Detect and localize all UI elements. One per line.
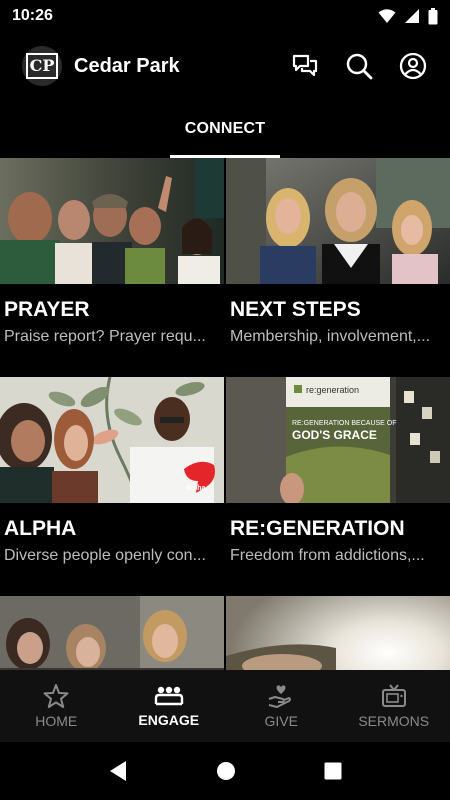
search-button[interactable] <box>344 51 374 81</box>
regen-headline-1: RE:GENERATION BECAUSE OF <box>292 420 397 427</box>
chat-bubbles-icon <box>292 54 318 77</box>
tv-icon <box>381 684 406 707</box>
nav-sermons[interactable]: SERMONS <box>338 670 450 742</box>
regen-brand-text: re:generation <box>306 385 359 395</box>
nav-label: GIVE <box>264 713 298 729</box>
status-bar: 10:26 <box>0 0 450 32</box>
star-icon <box>43 684 69 708</box>
tab-bar: CONNECT <box>0 100 450 158</box>
alpha-badge-text: Alpha <box>186 485 206 492</box>
tab-connect[interactable]: CONNECT <box>170 100 280 158</box>
system-navigation-bar <box>0 742 450 800</box>
card-subtitle: Praise report? Prayer requ... <box>4 328 206 345</box>
church-logo[interactable]: CP <box>22 46 62 86</box>
account-icon <box>399 52 427 80</box>
regeneration-image: re:generation RE:GENERATION BECAUSE OF G… <box>226 377 450 503</box>
nav-label: HOME <box>35 713 78 729</box>
card-title: ALPHA <box>4 517 77 540</box>
card-alpha[interactable]: Alpha ALPHA Diverse people openly con... <box>0 377 224 596</box>
card-regeneration[interactable]: re:generation RE:GENERATION BECAUSE OF G… <box>226 377 450 596</box>
card-subtitle: Freedom from addictions,... <box>230 547 425 564</box>
give-hand-heart-icon <box>268 685 292 708</box>
card-subtitle: Membership, involvement,... <box>230 328 431 345</box>
messages-button[interactable] <box>290 51 320 81</box>
nav-give[interactable]: GIVE <box>225 670 338 742</box>
regen-headline-2: GOD'S GRACE <box>292 428 377 442</box>
nav-home[interactable]: HOME <box>0 670 113 742</box>
card-subtitle: Diverse people openly con... <box>4 547 206 564</box>
status-icons <box>378 7 438 25</box>
content-grid: PRAYER Praise report? Prayer requ... NEX… <box>0 158 450 670</box>
people-icon <box>154 686 183 706</box>
nav-label: ENGAGE <box>138 712 200 728</box>
battery-icon <box>428 7 438 24</box>
card-title: NEXT STEPS <box>230 298 361 321</box>
signal-icon <box>405 9 419 23</box>
outdoor-image <box>226 596 450 670</box>
group-image <box>0 596 224 670</box>
wifi-icon <box>378 9 396 23</box>
card-next-steps[interactable]: NEXT STEPS Membership, involvement,... <box>226 158 450 377</box>
church-name: Cedar Park <box>74 54 180 77</box>
card-title: RE:GENERATION <box>230 517 405 540</box>
prayer-image <box>0 158 224 284</box>
app-header: CP Cedar Park <box>0 32 450 100</box>
logo-text: CP <box>25 53 59 79</box>
nav-label: SERMONS <box>358 713 430 729</box>
card-group-5[interactable] <box>0 596 224 670</box>
tab-label: CONNECT <box>184 120 266 137</box>
profile-button[interactable] <box>398 51 428 81</box>
home-icon[interactable] <box>216 761 236 781</box>
recents-icon[interactable] <box>324 762 342 780</box>
next-steps-image <box>226 158 450 284</box>
search-icon <box>346 53 373 80</box>
back-icon[interactable] <box>108 760 128 782</box>
card-title: PRAYER <box>4 298 90 321</box>
card-outdoor-6[interactable] <box>226 596 450 670</box>
bottom-navigation: HOME ENGAGE GIVE SERMONS <box>0 670 450 742</box>
nav-engage[interactable]: ENGAGE <box>113 670 226 742</box>
alpha-image: Alpha <box>0 377 224 503</box>
status-time: 10:26 <box>12 7 53 24</box>
card-prayer[interactable]: PRAYER Praise report? Prayer requ... <box>0 158 224 377</box>
